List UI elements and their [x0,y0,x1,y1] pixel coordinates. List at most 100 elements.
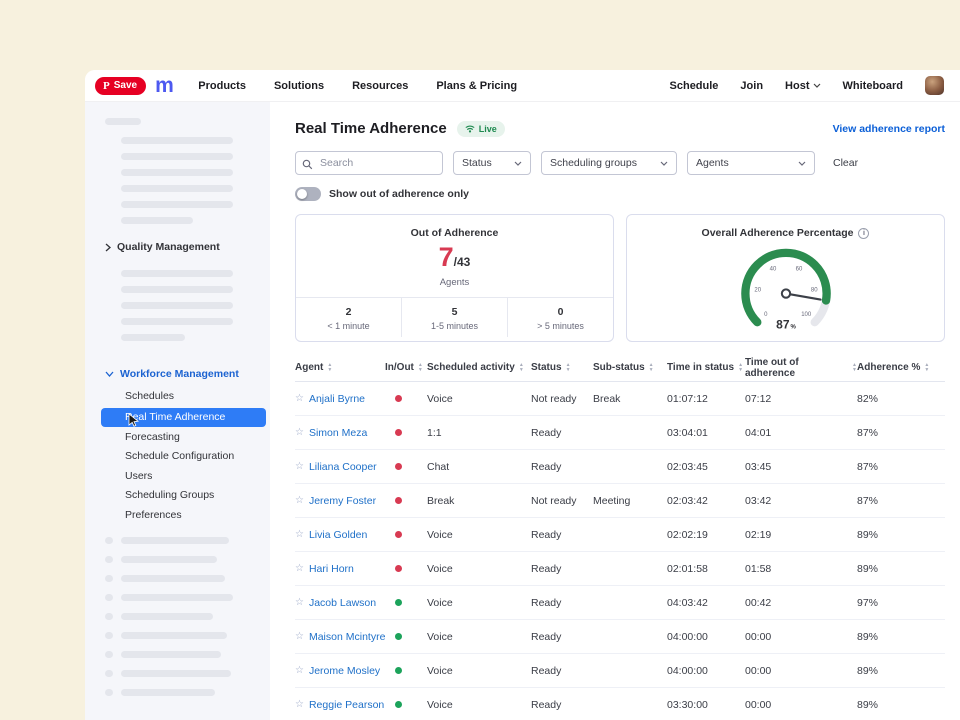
table-row[interactable]: ☆ Hari Horn Voice Ready 02:01:58 01:58 8… [295,552,945,586]
agent-link[interactable]: Reggie Pearson [309,699,384,711]
bucket-value: 0 [508,306,613,318]
user-avatar[interactable] [925,76,944,95]
brand-logo[interactable]: m [155,75,172,96]
agents-dropdown[interactable]: Agents [687,151,815,175]
mouse-cursor [128,413,139,427]
status-cell: Ready [531,529,593,541]
agent-link[interactable]: Anjali Byrne [309,393,365,405]
sidebar-item-real-time-adherence[interactable]: Real Time Adherence [101,408,266,427]
nav-join[interactable]: Join [740,80,763,92]
sidebar-item-users[interactable]: Users [85,467,270,487]
agent-link[interactable]: Jerome Mosley [309,665,380,677]
column-header-status[interactable]: Status▲▼ [531,362,593,373]
time-in-status-cell: 03:04:01 [667,427,745,439]
in-out-status-dot [395,531,402,538]
column-header-sub-status[interactable]: Sub-status▲▼ [593,362,667,373]
skeleton-bar [121,689,215,696]
sidebar-item-schedule-configuration[interactable]: Schedule Configuration [85,447,270,467]
dropdown-label: Status [462,157,492,169]
column-label: Status [531,362,562,373]
column-header-in-out[interactable]: In/Out▲▼ [385,362,427,373]
chevron-right-icon [105,243,111,252]
gauge-tick: 80 [810,287,817,293]
sidebar-item-label: Real Time Adherence [125,411,225,423]
table-row[interactable]: ☆ Jerome Mosley Voice Ready 04:00:00 00:… [295,654,945,688]
star-icon[interactable]: ☆ [295,699,304,710]
chevron-down-icon [813,83,821,88]
star-icon[interactable]: ☆ [295,461,304,472]
gauge-tick: 0 [764,312,768,318]
agent-link[interactable]: Hari Horn [309,563,354,575]
sub-status-cell: Meeting [593,495,667,507]
time-out-of-adherence-cell: 00:00 [745,631,857,643]
skeleton-bar [121,632,227,639]
table-row[interactable]: ☆ Anjali Byrne Voice Not ready Break 01:… [295,382,945,416]
clear-filters-link[interactable]: Clear [833,157,858,169]
sidebar-item-forecasting[interactable]: Forecasting [85,428,270,448]
in-out-status-dot [395,633,402,640]
dropdown-label: Agents [696,157,729,169]
star-icon[interactable]: ☆ [295,665,304,676]
star-icon[interactable]: ☆ [295,393,304,404]
star-icon[interactable]: ☆ [295,529,304,540]
table-header: Agent▲▼ In/Out▲▼ Scheduled activity▲▼ St… [295,354,945,382]
column-header-time-in-status[interactable]: Time in status▲▼ [667,362,745,373]
table-row[interactable]: ☆ Jeremy Foster Break Not ready Meeting … [295,484,945,518]
nav-host[interactable]: Host [785,80,820,92]
sidebar: Quality Management Workforce Management … [85,102,270,720]
search-input[interactable] [295,151,443,175]
nav-products[interactable]: Products [198,80,246,92]
scheduling-groups-dropdown[interactable]: Scheduling groups [541,151,677,175]
nav-solutions[interactable]: Solutions [274,80,324,92]
column-header-adherence[interactable]: Adherence %▲▼ [857,362,945,373]
sidebar-item-quality-management[interactable]: Quality Management [85,238,270,256]
agent-link[interactable]: Livia Golden [309,529,367,541]
sort-icon: ▲▼ [738,363,743,372]
agent-link[interactable]: Jeremy Foster [309,495,376,507]
table-row[interactable]: ☆ Maison Mcintyre Voice Ready 04:00:00 0… [295,620,945,654]
live-badge-label: Live [479,124,497,134]
agent-link[interactable]: Jacob Lawson [309,597,376,609]
column-label: Sub-status [593,362,645,373]
star-icon[interactable]: ☆ [295,563,304,574]
column-header-scheduled-activity[interactable]: Scheduled activity▲▼ [427,362,531,373]
star-icon[interactable]: ☆ [295,495,304,506]
adherence-cell: 97% [857,597,945,609]
star-icon[interactable]: ☆ [295,427,304,438]
star-icon[interactable]: ☆ [295,597,304,608]
nav-resources[interactable]: Resources [352,80,408,92]
column-header-agent[interactable]: Agent▲▼ [295,362,385,373]
sidebar-item-preferences[interactable]: Preferences [85,506,270,526]
table-row[interactable]: ☆ Jacob Lawson Voice Ready 04:03:42 00:4… [295,586,945,620]
pinterest-save-button[interactable]: P Save [95,77,146,95]
sub-status-cell: Break [593,393,667,405]
card-title: Out of Adherence [296,215,613,239]
adherence-cell: 87% [857,461,945,473]
table-row[interactable]: ☆ Reggie Pearson Voice Ready 03:30:00 00… [295,688,945,720]
view-adherence-report-link[interactable]: View adherence report [833,123,945,135]
table-row[interactable]: ☆ Simon Meza 1:1 Ready 03:04:01 04:01 87… [295,416,945,450]
agent-link[interactable]: Simon Meza [309,427,367,439]
gauge-tick: 100 [801,312,812,318]
status-dropdown[interactable]: Status [453,151,531,175]
out-of-adherence-count: 7 [439,242,454,272]
sidebar-item-schedules[interactable]: Schedules [85,387,270,407]
column-header-time-out-of-adherence[interactable]: Time out of adherence▲▼ [745,357,857,379]
star-icon[interactable]: ☆ [295,631,304,642]
nav-plans-pricing[interactable]: Plans & Pricing [436,80,517,92]
skeleton-bar [105,537,113,544]
table-row[interactable]: ☆ Liliana Cooper Chat Ready 02:03:45 03:… [295,450,945,484]
status-cell: Ready [531,563,593,575]
agent-link[interactable]: Liliana Cooper [309,461,377,473]
sidebar-item-workforce-management[interactable]: Workforce Management [85,365,270,383]
sort-icon: ▲▼ [924,363,929,372]
time-out-of-adherence-cell: 03:42 [745,495,857,507]
info-icon[interactable]: i [858,228,869,239]
nav-schedule[interactable]: Schedule [670,80,719,92]
nav-whiteboard[interactable]: Whiteboard [843,80,904,92]
table-row[interactable]: ☆ Livia Golden Voice Ready 02:02:19 02:1… [295,518,945,552]
agent-link[interactable]: Maison Mcintyre [309,631,385,643]
time-in-status-cell: 02:03:42 [667,495,745,507]
show-out-of-adherence-toggle[interactable] [295,187,321,201]
sidebar-item-scheduling-groups[interactable]: Scheduling Groups [85,486,270,506]
